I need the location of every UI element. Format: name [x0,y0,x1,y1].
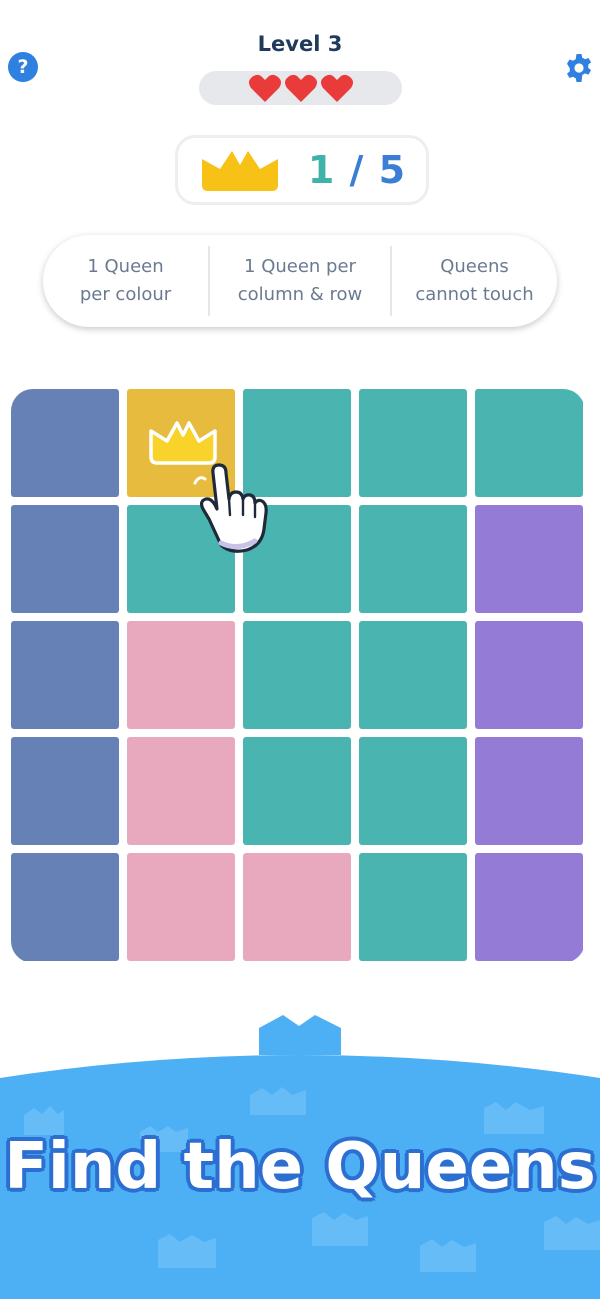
heart-icon [248,74,281,102]
queen-count-separator: / [349,148,365,192]
board-cell[interactable] [359,737,467,845]
queen-count-current: 1 [307,148,336,192]
board-cell[interactable] [243,737,351,845]
pointing-hand-icon [193,463,268,553]
game-board [11,389,585,963]
tagline: Find the Queens [4,1130,596,1204]
board-cell[interactable] [359,505,467,613]
board-cell[interactable] [243,853,351,961]
question-mark-icon: ? [17,56,29,78]
board-cell[interactable] [359,621,467,729]
board-cell[interactable] [475,853,583,961]
gear-icon[interactable] [563,52,595,84]
board-cell[interactable] [475,505,583,613]
queen-counter: 1 / 5 [175,135,429,205]
heart-icon [284,74,317,102]
queen-count-total: 5 [378,148,407,192]
board-cell[interactable] [11,737,119,845]
level-title: Level 3 [257,32,343,56]
heart-icon [320,74,353,102]
help-button[interactable]: ? [8,52,38,82]
rules-panel: 1 Queen per colour 1 Queen per column & … [43,235,557,327]
board-cell[interactable] [359,853,467,961]
board-cell[interactable] [127,853,235,961]
board-cell[interactable] [475,621,583,729]
board-cell[interactable] [11,853,119,961]
rule-one-per-column-row: 1 Queen per column & row [208,246,392,316]
board-cell[interactable] [359,389,467,497]
board-cell[interactable] [475,737,583,845]
rule-one-per-colour: 1 Queen per colour [79,256,172,305]
board-cell[interactable] [11,389,119,497]
header: ? Level 3 [0,0,600,120]
board-cell[interactable] [11,621,119,729]
lives-bar [199,71,402,105]
board-cell[interactable] [475,389,583,497]
board-cell[interactable] [127,737,235,845]
rule-no-touching: Queens cannot touch [415,256,534,305]
crown-icon [201,151,278,191]
board-cell[interactable] [11,505,119,613]
board-cell[interactable] [127,621,235,729]
board-cell[interactable] [243,621,351,729]
queen-count: 1 / 5 [308,148,406,192]
